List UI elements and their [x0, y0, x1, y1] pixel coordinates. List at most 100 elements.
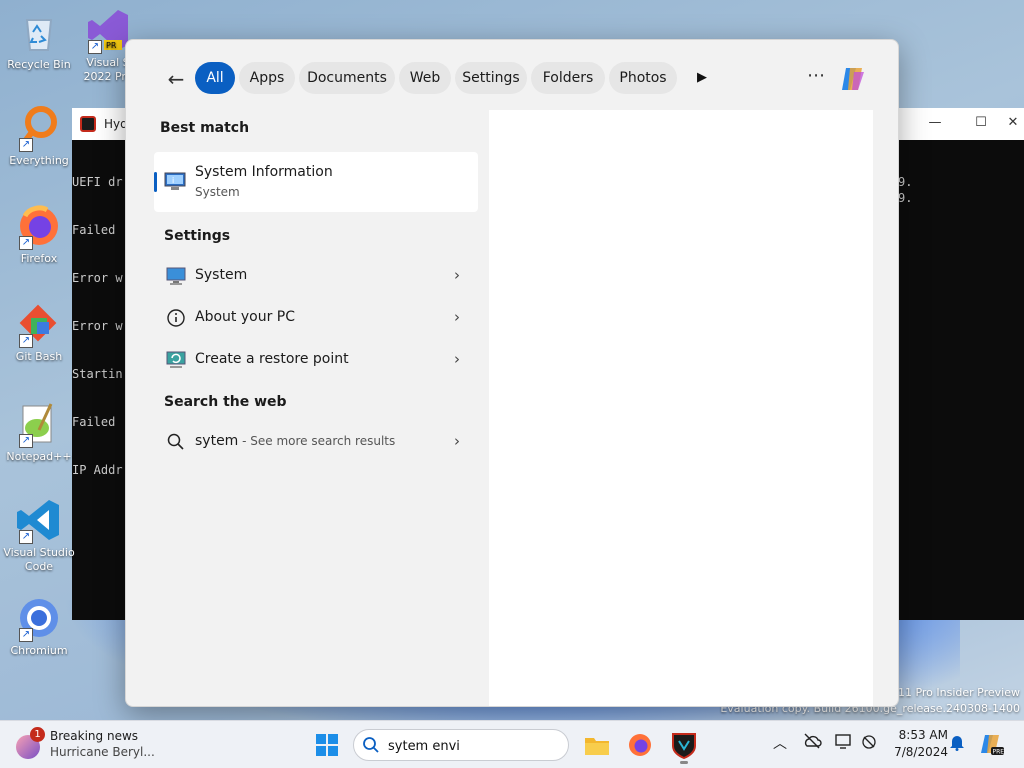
section-heading-best-match: Best match — [160, 120, 250, 136]
file-explorer-icon[interactable] — [583, 731, 611, 759]
filter-chip-documents[interactable]: Documents — [299, 62, 395, 94]
volume-muted-icon[interactable] — [858, 733, 880, 755]
desktop-icon-label: Everything — [9, 154, 69, 167]
running-indicator — [680, 761, 688, 764]
app-shield-icon — [80, 116, 96, 132]
taskbar-search-box[interactable] — [353, 729, 569, 761]
desktop-icon-label: Recycle Bin — [7, 58, 71, 71]
news-subtitle: Hurricane Beryl... — [50, 745, 155, 759]
filter-chip-photos[interactable]: Photos — [609, 62, 677, 94]
copilot-icon[interactable] — [838, 64, 868, 94]
shortcut-arrow-icon: ↗ — [88, 40, 102, 54]
filter-chip-web[interactable]: Web — [399, 62, 451, 94]
network-status-icon[interactable] — [833, 733, 855, 755]
chromium-icon: ↗ — [15, 594, 63, 642]
filter-chip-folders[interactable]: Folders — [531, 62, 605, 94]
news-title: Breaking news — [50, 729, 139, 743]
info-icon — [166, 308, 186, 328]
git-bash-icon: ↗ — [15, 300, 63, 348]
everything-icon: ↗ — [15, 104, 63, 152]
desktop-icon-label: Visual Studio Code — [3, 546, 75, 573]
clock-date: 7/8/2024 — [894, 745, 948, 759]
recycle-bin-icon — [15, 8, 63, 56]
svg-text:i: i — [172, 176, 174, 185]
back-arrow-icon[interactable]: ← — [162, 64, 190, 94]
chevron-up-icon[interactable]: ︿ — [769, 733, 791, 755]
system-display-icon — [166, 266, 186, 286]
watermark-line: 11 Pro Insider Preview — [897, 686, 1020, 699]
maximize-button[interactable]: ☐ — [958, 108, 1004, 140]
chevron-right-icon: › — [454, 266, 460, 284]
settings-result-label: About your PC — [195, 309, 295, 325]
settings-result-restore-point[interactable]: Create a restore point › — [154, 342, 478, 378]
chevron-right-icon: › — [454, 350, 460, 368]
firefox-icon: ↗ — [15, 202, 63, 250]
shortcut-arrow-icon: ↗ — [19, 334, 33, 348]
section-heading-settings: Settings — [164, 228, 231, 244]
copilot-preview-icon[interactable]: PRE — [979, 733, 1005, 756]
start-button-windows-icon[interactable] — [315, 733, 339, 757]
shortcut-arrow-icon: ↗ — [19, 236, 33, 250]
desktop-icon-firefox[interactable]: ↗ Firefox — [0, 202, 78, 266]
desktop-icon-chromium[interactable]: ↗ Chromium — [0, 594, 78, 658]
desktop-icon-recycle-bin[interactable]: Recycle Bin — [0, 8, 78, 72]
restore-point-icon — [166, 350, 186, 370]
more-filters-play-icon[interactable]: ▶ — [692, 62, 712, 94]
system-information-icon: i — [164, 170, 186, 192]
desktop-icon-label: Git Bash — [15, 350, 63, 363]
desktop-icon-label: Firefox — [20, 252, 58, 265]
hydra-app-taskbar-icon[interactable] — [670, 731, 698, 764]
news-widget[interactable]: 1 Breaking news Hurricane Beryl... — [16, 727, 176, 763]
onedrive-offline-icon[interactable] — [801, 733, 823, 755]
shortcut-arrow-icon: ↗ — [19, 434, 33, 448]
shortcut-arrow-icon: ↗ — [19, 138, 33, 152]
firefox-taskbar-icon[interactable] — [626, 731, 654, 759]
web-search-query: sytem — [195, 433, 239, 449]
desktop-icon-label: Chromium — [10, 644, 68, 657]
settings-result-system[interactable]: System › — [154, 258, 478, 294]
svg-text:PR: PR — [106, 41, 117, 50]
best-match-result[interactable]: i System Information System — [154, 152, 478, 212]
svg-text:PRE: PRE — [993, 749, 1005, 756]
terminal-fragment: 9. — [898, 175, 913, 189]
web-search-suffix: - See more search results — [238, 434, 396, 448]
close-button[interactable]: ✕ — [1002, 108, 1024, 140]
filter-chip-settings[interactable]: Settings — [455, 62, 527, 94]
filter-chip-all[interactable]: All — [195, 62, 235, 94]
settings-result-about-pc[interactable]: About your PC › — [154, 300, 478, 336]
desktop-icon-notepadpp[interactable]: ↗ Notepad++ — [0, 400, 78, 464]
search-filter-bar: ← All Apps Documents Web Settings Folder… — [126, 62, 898, 96]
notepadpp-icon: ↗ — [15, 400, 63, 448]
desktop-icon-git-bash[interactable]: ↗ Git Bash — [0, 300, 78, 364]
web-search-result[interactable]: sytem - See more search results › — [154, 424, 478, 460]
filter-chip-apps[interactable]: Apps — [239, 62, 295, 94]
terminal-fragment: 9. — [898, 191, 913, 205]
search-icon — [166, 432, 186, 452]
section-heading-search-web: Search the web — [164, 394, 287, 410]
clock-time: 8:53 AM — [898, 728, 948, 742]
chevron-right-icon: › — [454, 432, 460, 450]
notification-bell-icon[interactable] — [946, 733, 968, 755]
shortcut-arrow-icon: ↗ — [19, 628, 33, 642]
best-match-title: System Information — [195, 164, 333, 180]
desktop-icon-vscode[interactable]: ↗ Visual Studio Code — [0, 496, 78, 574]
taskbar: 1 Breaking news Hurricane Beryl... ︿ 8:5… — [0, 720, 1024, 768]
result-preview-pane — [489, 110, 873, 706]
chevron-right-icon: › — [454, 308, 460, 326]
desktop-icon-label: Notepad++ — [6, 450, 72, 463]
shortcut-arrow-icon: ↗ — [19, 530, 33, 544]
news-notification-badge: 1 — [30, 727, 45, 742]
settings-result-label: System — [195, 267, 248, 283]
desktop-icon-everything[interactable]: ↗ Everything — [0, 104, 78, 168]
vscode-icon: ↗ — [15, 496, 63, 544]
taskbar-search-input[interactable] — [388, 736, 558, 756]
settings-result-label: Create a restore point — [195, 351, 349, 367]
system-clock[interactable]: 8:53 AM 7/8/2024 — [888, 727, 948, 761]
best-match-subtitle: System — [195, 185, 240, 199]
minimize-button[interactable]: — — [912, 108, 958, 140]
search-icon — [362, 736, 380, 754]
selection-indicator — [154, 172, 157, 192]
search-panel: ← All Apps Documents Web Settings Folder… — [125, 39, 899, 707]
more-options-icon[interactable]: ⋯ — [802, 62, 830, 94]
web-search-label: sytem - See more search results — [195, 433, 395, 449]
